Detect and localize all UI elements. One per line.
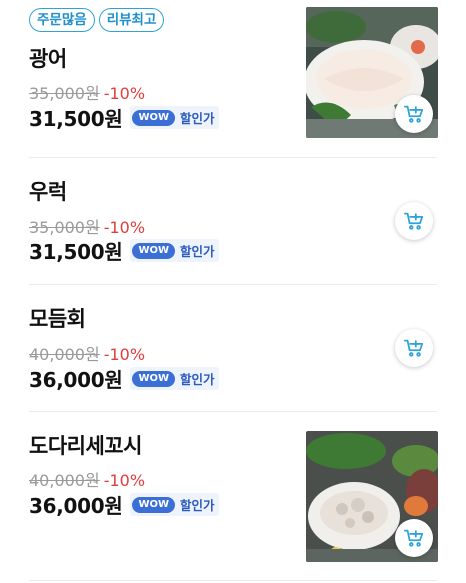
add-to-cart-button[interactable] [395,202,433,240]
item-name: 도다리세꼬시 [29,434,142,458]
add-to-cart-icon [403,529,424,547]
divider [29,580,437,581]
wow-pill: WOW [132,496,176,513]
original-price: 35,000원 [29,218,100,237]
price-row: 31,500원 WOW 할인가 [29,103,219,132]
add-to-cart-button[interactable] [395,329,433,367]
price-row: 36,000원 WOW 할인가 [29,490,219,519]
wow-label: 할인가 [180,372,215,387]
discount-rate: -10% [103,84,146,103]
wow-pill: WOW [132,370,176,387]
original-price: 40,000원 [29,471,100,490]
menu-item[interactable]: 도다리세꼬시 40,000원 -10% 36,000원 WOW 할인가 [0,412,466,583]
item-name: 모듬회 [29,307,86,331]
menu-item[interactable]: 우럭 35,000원 -10% 31,500원 WOW 할인가 [0,158,466,284]
sale-price: 31,500원 [29,107,123,131]
wow-badge: WOW 할인가 [130,367,219,390]
wow-badge: WOW 할인가 [130,106,219,129]
menu-item[interactable]: 모듬회 40,000원 -10% 36,000원 WOW 할인가 [0,285,466,411]
add-to-cart-icon [403,105,424,123]
sale-price: 36,000원 [29,494,123,518]
wow-pill: WOW [132,109,176,126]
original-price-row: 40,000원 -10% [29,341,145,365]
wow-label: 할인가 [180,244,215,259]
tag-top-reviews: 리뷰최고 [98,8,165,32]
discount-rate: -10% [103,471,146,490]
original-price-row: 40,000원 -10% [29,467,145,491]
wow-badge: WOW 할인가 [130,493,219,516]
price-row: 31,500원 WOW 할인가 [29,236,219,265]
add-to-cart-button[interactable] [395,95,433,133]
original-price-row: 35,000원 -10% [29,214,145,238]
original-price: 40,000원 [29,345,100,364]
sale-price: 36,000원 [29,368,123,392]
sale-price: 31,500원 [29,240,123,264]
wow-label: 할인가 [180,498,215,513]
price-row: 36,000원 WOW 할인가 [29,364,219,393]
menu-item[interactable]: 주문많음 리뷰최고 광어 35,000원 -10% 31,500원 WOW 할인가 [0,0,466,157]
wow-pill: WOW [132,242,176,259]
original-price: 35,000원 [29,84,100,103]
wow-label: 할인가 [180,111,215,126]
tag-popular-orders: 주문많음 [29,8,95,32]
add-to-cart-button[interactable] [395,519,433,557]
tag-list: 주문많음 리뷰최고 [29,8,165,32]
wow-badge: WOW 할인가 [130,239,219,262]
item-name: 광어 [29,47,67,71]
discount-rate: -10% [103,218,146,237]
add-to-cart-icon [403,212,424,230]
discount-rate: -10% [103,345,146,364]
original-price-row: 35,000원 -10% [29,80,145,104]
item-name: 우럭 [29,180,67,204]
add-to-cart-icon [403,339,424,357]
